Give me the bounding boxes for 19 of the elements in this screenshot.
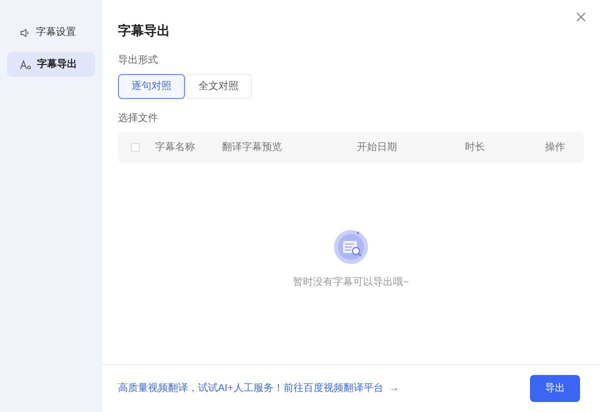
font-icon <box>20 60 31 70</box>
sidebar-item[interactable]: 字幕导出 <box>7 52 95 77</box>
promo-link[interactable]: 高质量视频翻译，试试AI+人工服务！前往百度视频翻译平台 → <box>118 381 400 396</box>
format-option[interactable]: 全文对照 <box>185 74 252 98</box>
empty-message: 暂时没有字幕可以导出哦~ <box>293 276 409 290</box>
column-header: 开始日期 <box>357 140 398 154</box>
close-icon[interactable] <box>576 12 586 22</box>
select-all-checkbox[interactable] <box>131 142 140 152</box>
column-header: 字幕名称 <box>155 140 196 154</box>
column-header: 翻译字幕预览 <box>222 140 283 154</box>
page-title: 字幕导出 <box>118 22 171 40</box>
speaker-icon <box>20 28 30 38</box>
sidebar-item[interactable]: 字幕设置 <box>7 20 95 45</box>
section-label: 导出形式 <box>118 54 159 68</box>
format-option[interactable]: 逐句对照 <box>118 74 185 98</box>
export-button[interactable]: 导出 <box>530 375 580 402</box>
column-header: 操作 <box>545 140 566 154</box>
column-header: 时长 <box>465 140 486 154</box>
section-label: 选择文件 <box>118 112 159 126</box>
